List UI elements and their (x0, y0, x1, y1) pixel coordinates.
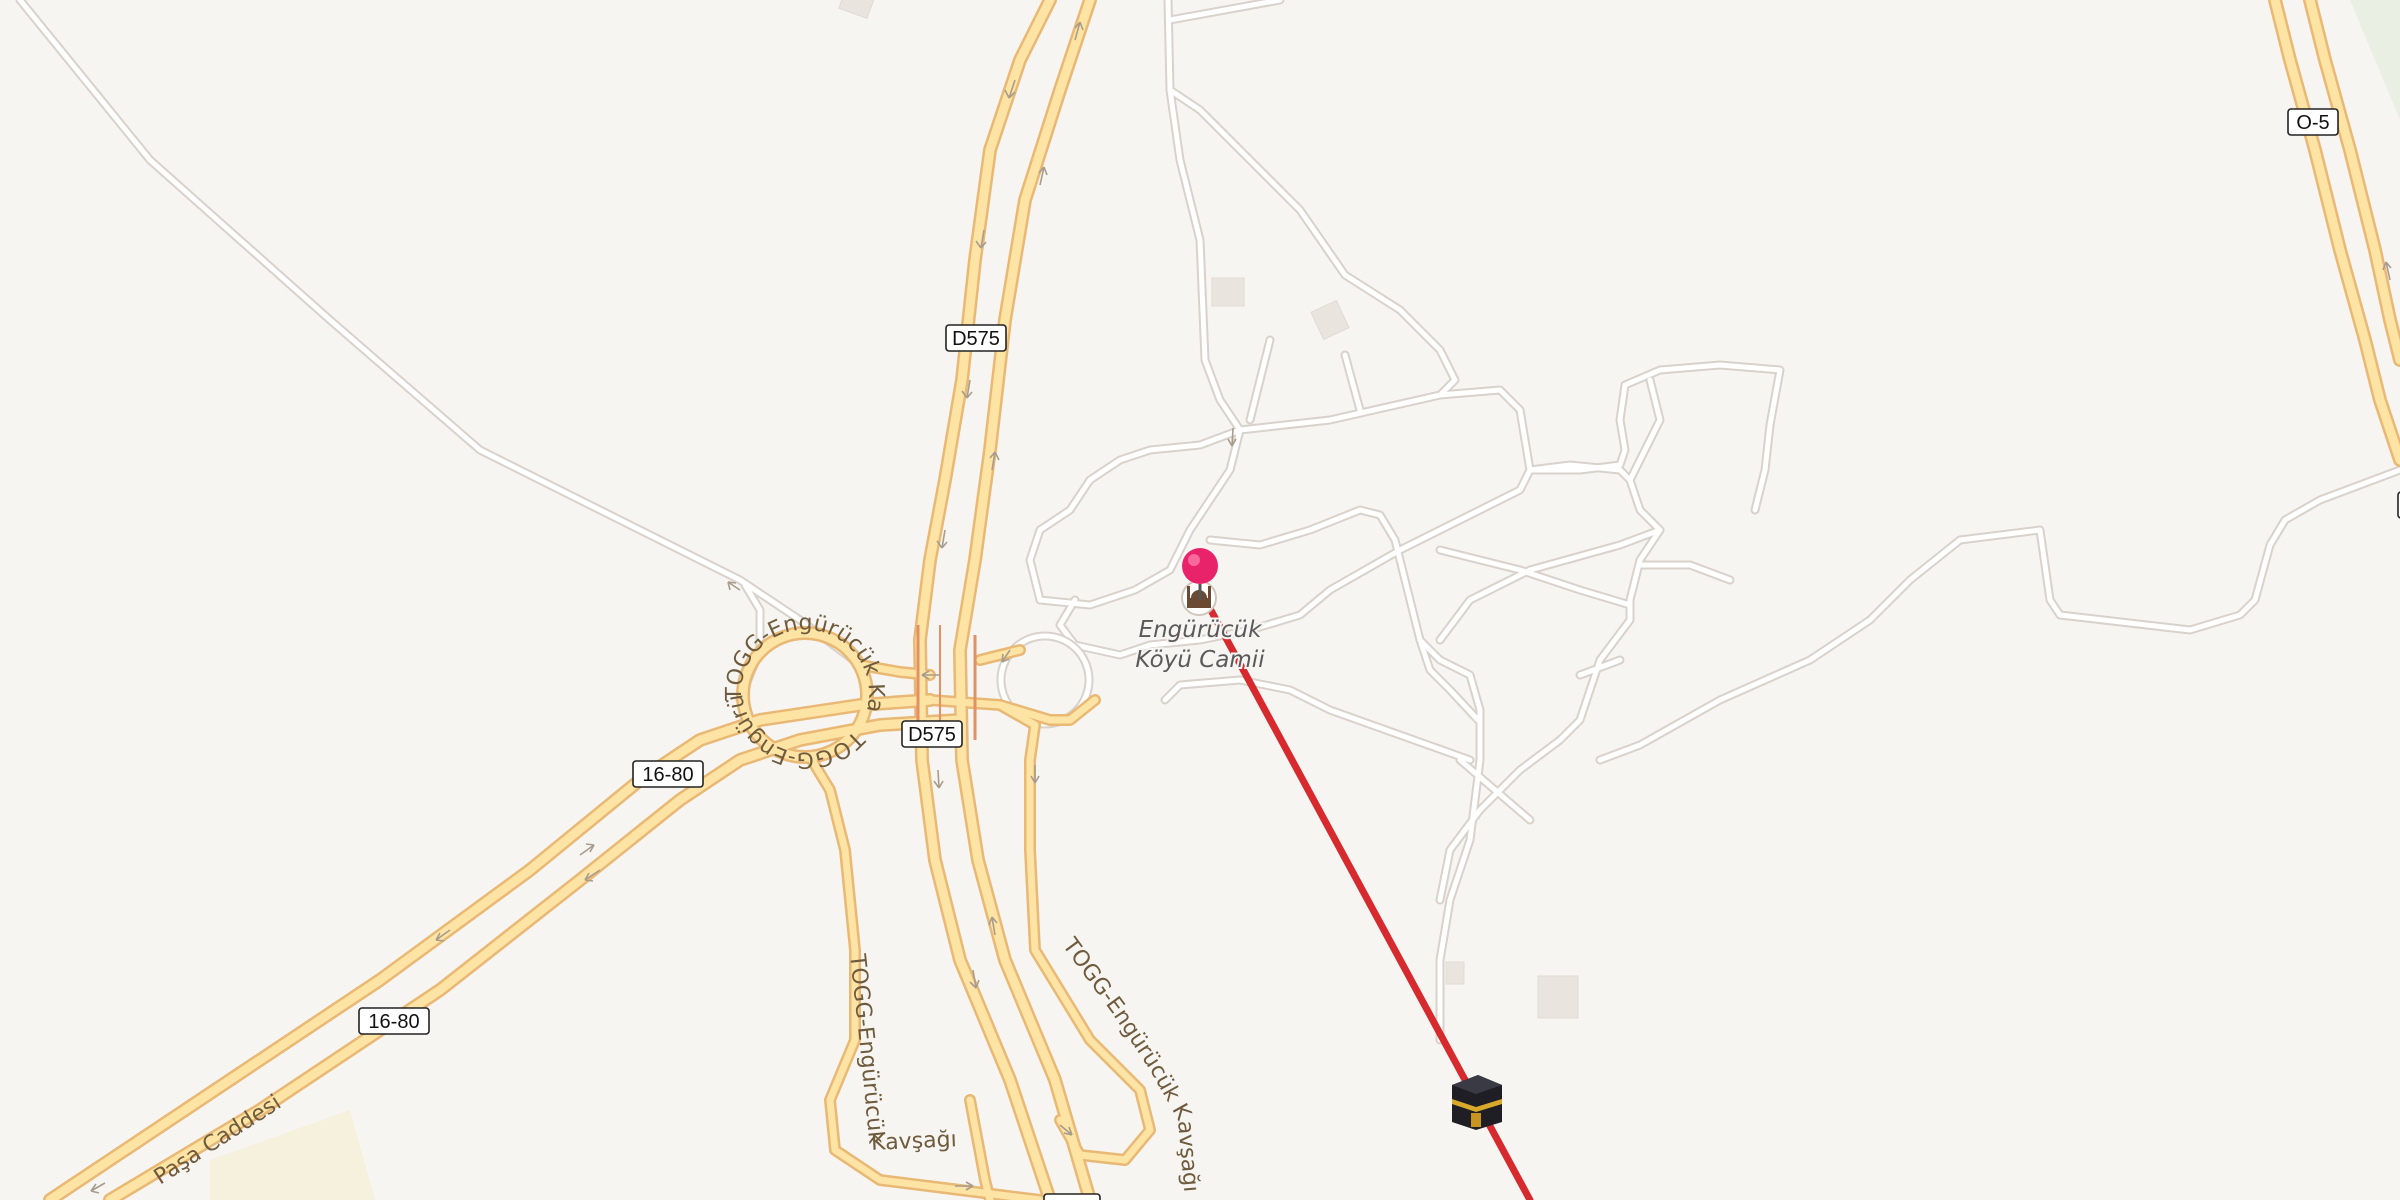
oneway-arrows (90, 21, 2392, 1194)
route-shield-d575-south[interactable]: D575 (901, 720, 963, 748)
svg-text:16-80: 16-80 (642, 764, 693, 786)
route-shield-d575-north[interactable]: D575 (945, 324, 1007, 352)
map-canvas[interactable]: TOGG-Engürücük Kavşağı TOGG-Engürücük Ka… (0, 0, 2400, 1200)
mosque-label-line2: Köyü Camii (1135, 647, 1265, 673)
svg-text:16-80: 16-80 (368, 1011, 419, 1033)
route-shield-1680-southwest[interactable]: 16-80 (358, 1007, 430, 1035)
svg-text:D575: D575 (952, 328, 1000, 350)
svg-text:O-5: O-5 (2296, 112, 2329, 134)
park-area (2350, 0, 2400, 120)
route-shield-partial (1043, 1193, 1101, 1200)
minor-roads (17, 0, 2400, 1043)
svg-text:D575: D575 (908, 724, 956, 746)
minor-road-casings (15, 0, 2400, 1045)
mosque-label-line1: Engürücük (1139, 617, 1264, 643)
route-shield-1680-west[interactable]: 16-80 (632, 760, 704, 788)
street-label-togg-south: TOGG-Engürücük Kavşağı (844, 952, 957, 1156)
route-shield-o5[interactable]: O-5 (2287, 108, 2339, 136)
kaaba-icon[interactable] (1452, 1075, 1502, 1130)
